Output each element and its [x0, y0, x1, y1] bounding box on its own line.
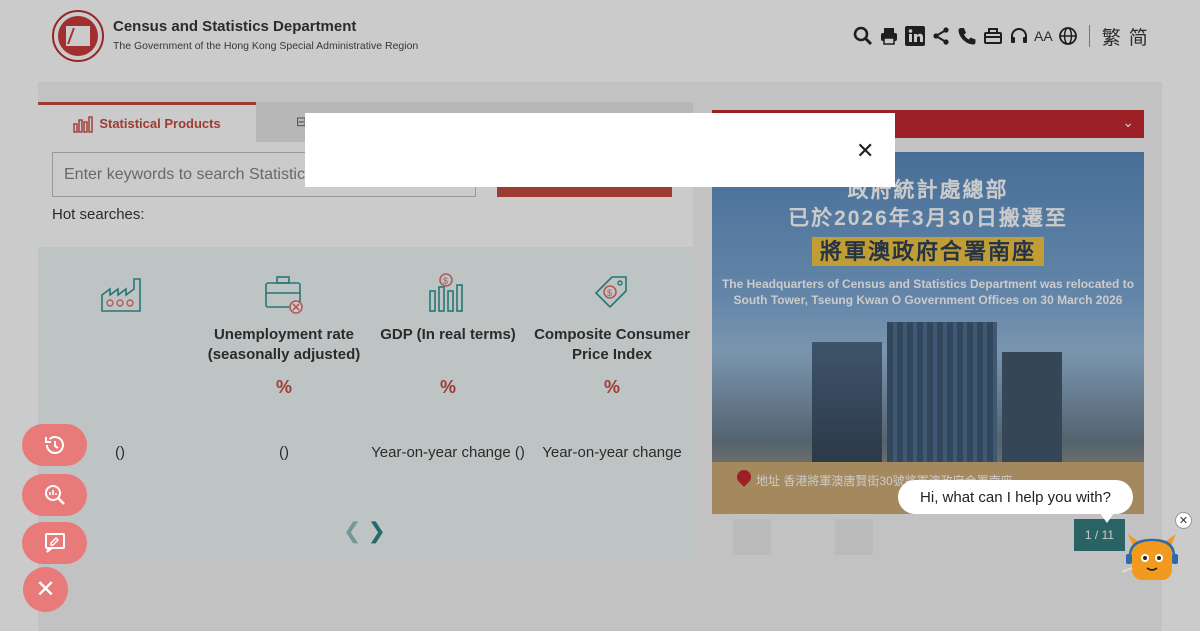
- history-button[interactable]: [22, 424, 87, 466]
- close-fab-menu-button[interactable]: ✕: [23, 567, 68, 612]
- chatbot-mascot-icon[interactable]: [1120, 528, 1184, 586]
- chatbot-close-icon[interactable]: ✕: [1175, 512, 1192, 529]
- magnifier-chart-icon: [44, 485, 65, 505]
- modal-backdrop[interactable]: [0, 0, 1200, 631]
- chatbot-greeting-bubble[interactable]: Hi, what can I help you with?: [898, 480, 1133, 523]
- feedback-icon: [44, 533, 65, 553]
- data-search-button[interactable]: [22, 474, 87, 516]
- history-icon: [44, 436, 64, 454]
- close-icon[interactable]: ✕: [856, 140, 874, 162]
- popup-modal: ✕: [305, 113, 895, 187]
- feedback-button[interactable]: [22, 522, 87, 564]
